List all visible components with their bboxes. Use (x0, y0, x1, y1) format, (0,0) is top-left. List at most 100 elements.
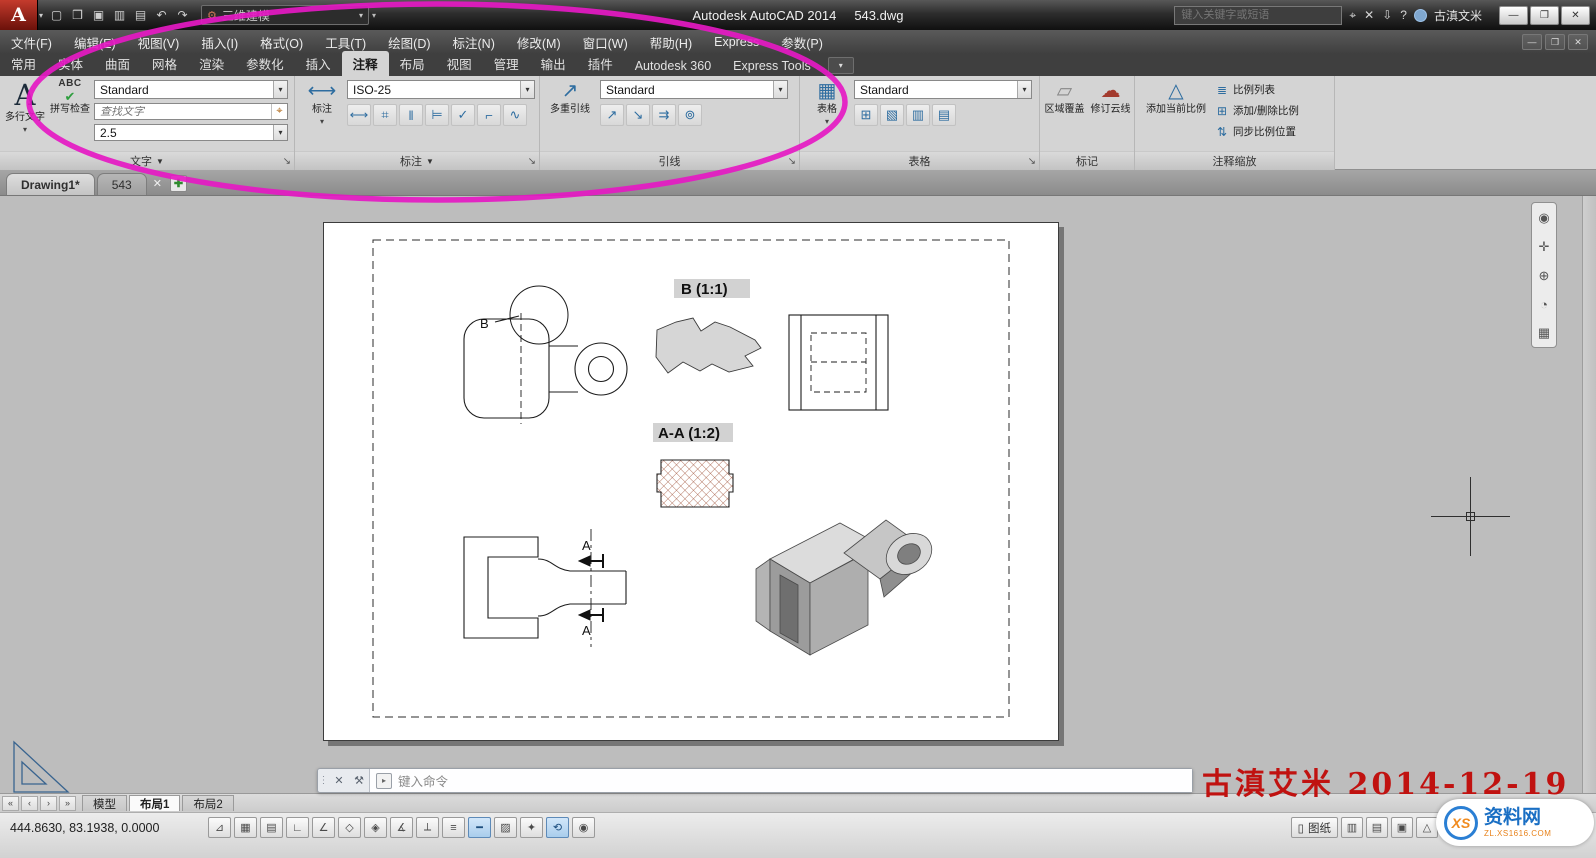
dimension-button[interactable]: ⟷ 标注 ▾ (300, 79, 344, 127)
workspace-combo[interactable]: ⚙ 三维建模 ▾ (201, 5, 370, 25)
first-layout-button[interactable]: « (2, 795, 19, 811)
command-line-grip[interactable]: ⋮ (318, 769, 329, 792)
panel-title-markup[interactable]: 标记 (1040, 151, 1134, 170)
layout-paper[interactable]: B B (1:1) A-A (1:2) A A (323, 222, 1059, 741)
dim-continue-icon[interactable]: ‖ (399, 104, 423, 126)
infocenter-search-input[interactable] (1174, 5, 1343, 25)
save-as-icon[interactable]: ▥ (109, 5, 130, 26)
undo-icon[interactable]: ↶ (151, 5, 172, 26)
dim-update-icon[interactable]: ⌐ (477, 104, 501, 126)
find-text-icon[interactable]: ⌖ (271, 104, 287, 119)
ribbon-tab[interactable]: 实体 (47, 51, 94, 76)
mleader-style-combo[interactable]: Standard ▾ (600, 80, 788, 99)
ribbon-options-dropdown[interactable]: ▾ (827, 57, 854, 74)
otrack-toggle[interactable]: ∡ (390, 817, 413, 838)
menu-item[interactable]: 参数(P) (770, 30, 834, 54)
polar-toggle[interactable]: ∠ (312, 817, 335, 838)
mleader-add-icon[interactable]: ↗ (600, 104, 624, 126)
paper-model-toggle[interactable]: ▯ 图纸 (1290, 817, 1338, 838)
help-icon[interactable]: ? (1400, 8, 1407, 22)
dialog-launcher-icon[interactable]: ↘ (528, 157, 536, 167)
ribbon-tab[interactable]: 曲面 (94, 51, 141, 76)
command-close-icon[interactable]: ✕ (329, 769, 349, 792)
ribbon-tab[interactable]: 网格 (141, 51, 188, 76)
vertical-scrollbar[interactable] (1582, 196, 1596, 793)
mleader-align-icon[interactable]: ⇉ (652, 104, 676, 126)
redo-icon[interactable]: ↷ (172, 5, 193, 26)
spell-check-button[interactable]: ABC ✔ 拼写检查 (48, 79, 92, 116)
dialog-launcher-icon[interactable]: ↘ (1028, 157, 1036, 167)
ribbon-tab[interactable]: 输出 (530, 51, 577, 76)
lineweight-toggle[interactable]: ━ (468, 817, 491, 838)
doc-minimize-button[interactable]: — (1522, 34, 1542, 50)
user-avatar-icon[interactable] (1413, 8, 1427, 22)
mleader-remove-icon[interactable]: ↘ (626, 104, 650, 126)
plot-icon[interactable]: ▤ (130, 5, 151, 26)
panel-title-text[interactable]: 文字 ▼ (0, 151, 294, 170)
qat-customize-icon[interactable]: ▾ (372, 11, 376, 20)
detail-marker-b[interactable]: B (480, 316, 489, 331)
grid-toggle[interactable]: ▤ (260, 817, 283, 838)
full-navigation-wheel-icon[interactable]: ◉ (1538, 210, 1549, 226)
add-delete-scales-button[interactable]: ⊞ 添加/删除比例 (1215, 100, 1299, 121)
infer-constraints-toggle[interactable]: ⊿ (208, 817, 231, 838)
a360-icon[interactable]: ⇩ (1382, 8, 1392, 22)
osnap-toggle[interactable]: ◇ (338, 817, 361, 838)
quick-properties-toggle[interactable]: ✦ (520, 817, 543, 838)
restore-button[interactable]: ❐ (1530, 5, 1559, 25)
ribbon-tab[interactable]: Express Tools (722, 56, 822, 76)
panel-title-table[interactable]: 表格 (800, 151, 1039, 170)
osnap-3d-toggle[interactable]: ◈ (364, 817, 387, 838)
ribbon-tab[interactable]: 常用 (0, 51, 47, 76)
dyn-toggle[interactable]: ≡ (442, 817, 465, 838)
menu-item[interactable]: Express (703, 30, 770, 54)
table-data-link-icon[interactable]: ▧ (880, 104, 904, 126)
new-file-icon[interactable]: ▢ (46, 5, 67, 26)
detail-label[interactable]: B (1:1) (681, 281, 728, 298)
showmotion-icon[interactable]: ▦ (1538, 325, 1550, 341)
annotation-scale-icon[interactable]: △ (1416, 817, 1438, 838)
open-file-icon[interactable]: ❒ (67, 5, 88, 26)
ribbon-tab[interactable]: 布局 (389, 51, 436, 76)
dim-linear-icon[interactable]: ⟷ (347, 104, 371, 126)
ribbon-tab[interactable]: 视图 (436, 51, 483, 76)
table-cell-icon[interactable]: ▤ (932, 104, 956, 126)
wipeout-button[interactable]: ▱ 区域覆盖 (1042, 79, 1087, 115)
section-label[interactable]: A-A (1:2) (658, 425, 720, 442)
table-button[interactable]: ▦ 表格 ▾ (805, 79, 849, 127)
quick-view-drawings-icon[interactable]: ▤ (1366, 817, 1388, 838)
orbit-icon[interactable]: ◔ (1540, 297, 1548, 312)
panel-title-leader[interactable]: 引线 (540, 151, 799, 170)
ribbon-tab[interactable]: 管理 (483, 51, 530, 76)
layout-tab[interactable]: 布局2 (182, 795, 234, 811)
table-export-icon[interactable]: ▥ (906, 104, 930, 126)
text-height-combo[interactable]: 2.5 ▾ (94, 124, 288, 141)
sync-scale-positions-button[interactable]: ⇅ 同步比例位置 (1215, 121, 1299, 142)
dim-style-combo[interactable]: ISO-25 ▾ (347, 80, 535, 99)
doc-restore-button[interactable]: ❐ (1545, 34, 1565, 50)
panel-title-dimension[interactable]: 标注 ▼ (295, 151, 539, 170)
multileader-button[interactable]: ↗ 多重引线 (545, 79, 595, 115)
next-layout-button[interactable]: › (40, 795, 57, 811)
application-menu-button[interactable]: A (0, 0, 38, 30)
close-button[interactable]: ✕ (1561, 5, 1590, 25)
close-tab-icon[interactable]: ✕ (153, 177, 162, 190)
prev-layout-button[interactable]: ‹ (21, 795, 38, 811)
find-text-field[interactable]: ⌖ (94, 103, 288, 120)
command-input-field[interactable]: ▸ 键入命令 (369, 769, 1192, 792)
table-style-combo[interactable]: Standard ▾ (854, 80, 1032, 99)
dialog-launcher-icon[interactable]: ↘ (788, 157, 796, 167)
section-marker-a-bottom[interactable]: A (582, 623, 591, 638)
section-marker-a-top[interactable]: A (582, 538, 591, 553)
command-customize-icon[interactable]: ⚒ (349, 769, 369, 792)
ribbon-tab[interactable]: 参数化 (235, 51, 295, 76)
command-line[interactable]: ⋮ ✕ ⚒ ▸ 键入命令 (317, 768, 1193, 793)
snap-toggle[interactable]: ▦ (234, 817, 257, 838)
find-text-input[interactable] (95, 105, 271, 118)
annotation-monitor-toggle[interactable]: ◉ (572, 817, 595, 838)
add-current-scale-button[interactable]: △ 添加当前比例 (1143, 79, 1209, 115)
mtext-button[interactable]: A 多行文字 ▾ (4, 79, 46, 135)
text-style-combo[interactable]: Standard ▾ (94, 80, 288, 99)
menu-item[interactable]: 帮助(H) (639, 30, 703, 54)
ribbon-tab[interactable]: Autodesk 360 (624, 56, 722, 76)
